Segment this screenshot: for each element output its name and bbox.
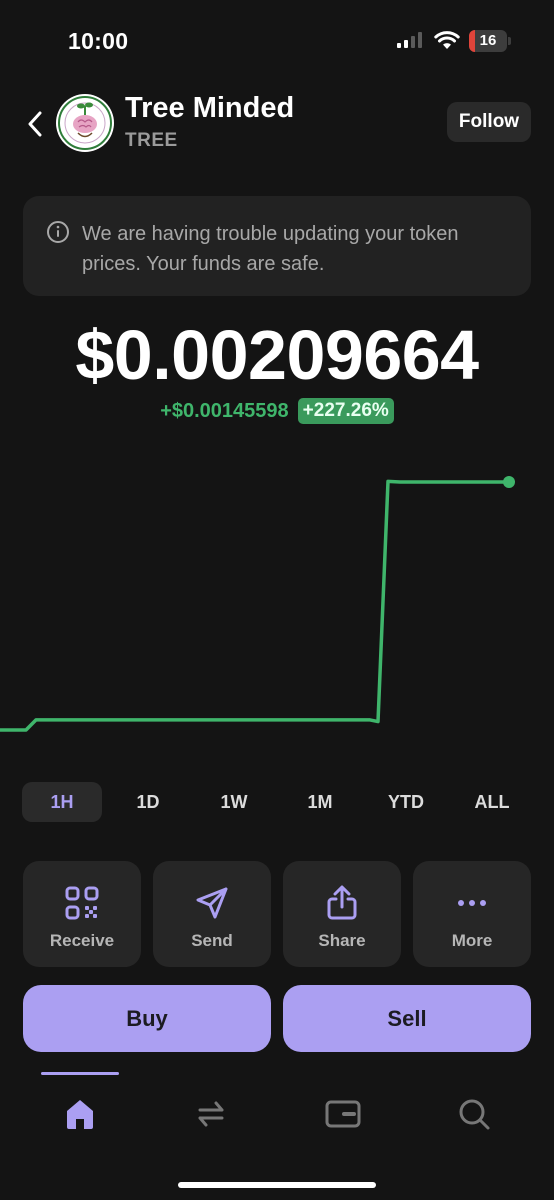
battery-icon: 16 (469, 30, 507, 52)
range-tab-ytd[interactable]: YTD (366, 782, 446, 822)
token-name: Tree Minded (125, 92, 295, 124)
nav-active-indicator (41, 1072, 119, 1075)
share-label: Share (318, 931, 366, 950)
share-icon (327, 885, 357, 920)
range-tab-1m[interactable]: 1M (280, 782, 360, 822)
price-change-row: +$0.00145598 +227.26% (0, 398, 554, 424)
home-indicator (178, 1182, 376, 1188)
send-button[interactable]: Send (153, 861, 271, 967)
status-time: 10:00 (68, 28, 129, 54)
nav-swap[interactable] (191, 1094, 231, 1134)
range-tab-all[interactable]: ALL (452, 782, 532, 822)
sell-button[interactable]: Sell (283, 985, 531, 1052)
battery-tip (508, 37, 511, 45)
token-price: $0.00209664 (75, 316, 479, 394)
back-button[interactable] (20, 104, 50, 144)
more-icon (458, 900, 486, 906)
swap-icon (198, 1101, 224, 1127)
send-icon (196, 887, 228, 919)
range-tab-1h[interactable]: 1H (22, 782, 102, 822)
current-price-dot (503, 476, 515, 488)
price-chart[interactable] (0, 440, 554, 760)
more-label: More (451, 931, 493, 950)
share-button[interactable]: Share (283, 861, 401, 967)
signal-icon (397, 32, 422, 48)
info-icon (47, 221, 69, 243)
battery-level: 16 (479, 32, 497, 49)
wallet-icon (325, 1100, 361, 1128)
range-tab-1d[interactable]: 1D (108, 782, 188, 822)
search-icon (459, 1099, 490, 1130)
home-icon (67, 1100, 93, 1129)
more-button[interactable]: More (413, 861, 531, 967)
banner-message: We are having trouble updating your toke… (82, 223, 459, 275)
token-symbol: TREE (125, 130, 178, 151)
nav-search[interactable] (454, 1094, 494, 1134)
price-change-percent-badge: +227.26% (297, 398, 394, 424)
send-label: Send (191, 931, 233, 950)
range-tabs: 1H 1D 1W 1M YTD ALL (22, 782, 532, 822)
price-change-absolute: +$0.00145598 (160, 399, 289, 422)
receive-button[interactable]: Receive (23, 861, 141, 967)
token-logo (56, 94, 114, 152)
nav-wallet[interactable] (323, 1094, 363, 1134)
receive-label: Receive (49, 931, 115, 950)
range-tab-1w[interactable]: 1W (194, 782, 274, 822)
follow-button[interactable]: Follow (447, 102, 531, 142)
qr-code-icon (65, 886, 99, 920)
price-line (0, 479, 511, 732)
wifi-icon (434, 31, 460, 49)
buy-button[interactable]: Buy (23, 985, 271, 1052)
nav-home[interactable] (60, 1094, 100, 1134)
chevron-left-icon (28, 111, 42, 137)
